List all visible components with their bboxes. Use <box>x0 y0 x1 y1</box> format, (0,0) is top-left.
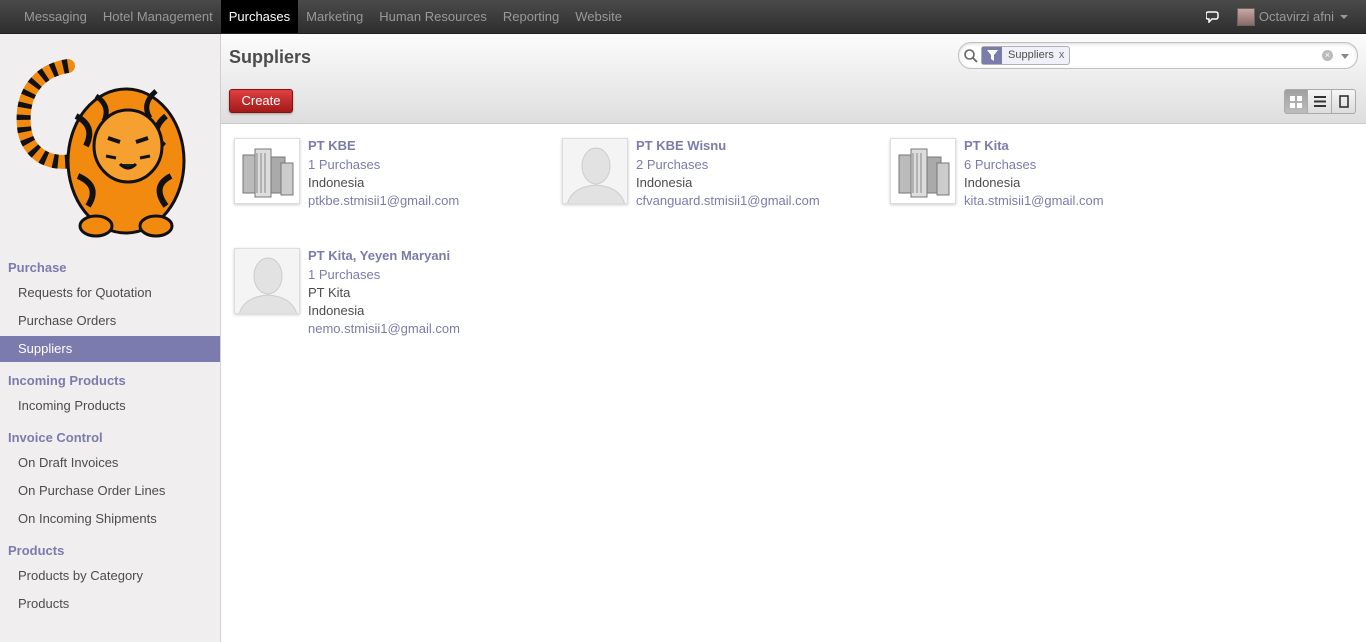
supplier-name[interactable]: PT Kita, Yeyen Maryani <box>308 248 460 264</box>
supplier-email[interactable]: nemo.stmisii1@gmail.com <box>308 320 460 338</box>
filter-icon <box>982 47 1002 64</box>
chat-icon[interactable] <box>1203 7 1223 27</box>
supplier-card[interactable]: PT Kita 6 Purchases Indonesia kita.stmis… <box>890 138 1210 238</box>
sidebar-item-incoming-products[interactable]: Incoming Products <box>0 393 220 419</box>
search-icon <box>963 48 979 64</box>
sidebar-item-purchase-orders[interactable]: Purchase Orders <box>0 308 220 334</box>
supplier-company: PT Kita <box>308 285 351 300</box>
supplier-email[interactable]: ptkbe.stmisii1@gmail.com <box>308 192 459 210</box>
purchases-count[interactable]: 1 Purchases <box>308 266 460 284</box>
sidebar-item-products[interactable]: Products <box>0 591 220 617</box>
menu-website[interactable]: Website <box>567 0 630 33</box>
facet-value: Suppliers <box>1008 49 1054 61</box>
section-products: Products <box>8 543 65 558</box>
company-image <box>234 138 300 204</box>
person-image <box>234 248 300 314</box>
sidebar-item-on-draft-invoices[interactable]: On Draft Invoices <box>0 450 220 476</box>
company-logo <box>16 46 192 246</box>
section-invoice-control: Invoice Control <box>8 430 103 445</box>
supplier-name[interactable]: PT KBE Wisnu <box>636 138 820 154</box>
person-image <box>562 138 628 204</box>
supplier-country: Indonesia <box>308 303 365 318</box>
sidebar-item-products-by-category[interactable]: Products by Category <box>0 563 220 589</box>
create-button[interactable]: Create <box>229 89 293 113</box>
supplier-country: Indonesia <box>636 175 693 190</box>
supplier-name[interactable]: PT Kita <box>964 138 1104 154</box>
sidebar: Purchase Requests for Quotation Purchase… <box>0 34 221 642</box>
supplier-country: Indonesia <box>964 175 1021 190</box>
avatar <box>1236 7 1255 26</box>
menu-messaging[interactable]: Messaging <box>16 0 95 33</box>
search-options-chevron-icon[interactable] <box>1341 54 1349 59</box>
form-view-button[interactable] <box>1332 89 1356 114</box>
supplier-name[interactable]: PT KBE <box>308 138 459 154</box>
sidebar-item-on-purchase-order-lines[interactable]: On Purchase Order Lines <box>0 478 220 504</box>
kanban-view-button[interactable] <box>1284 89 1308 114</box>
menu-hotel-management[interactable]: Hotel Management <box>95 0 221 33</box>
supplier-email[interactable]: cfvanguard.stmisii1@gmail.com <box>636 192 820 210</box>
list-view-button[interactable] <box>1308 89 1332 114</box>
search-input[interactable]: Suppliers x × <box>958 42 1358 69</box>
section-purchase: Purchase <box>8 260 67 275</box>
clear-icon[interactable]: × <box>1322 50 1333 61</box>
top-navbar: Messaging Hotel Management Purchases Mar… <box>0 0 1366 34</box>
view-switcher <box>1284 89 1356 114</box>
search-facet[interactable]: Suppliers x <box>981 46 1071 65</box>
sidebar-item-on-incoming-shipments[interactable]: On Incoming Shipments <box>0 506 220 532</box>
sidebar-item-suppliers[interactable]: Suppliers <box>0 336 220 362</box>
supplier-card[interactable]: PT KBE Wisnu 2 Purchases Indonesia cfvan… <box>562 138 882 238</box>
form-icon <box>1338 95 1349 108</box>
menu-reporting[interactable]: Reporting <box>495 0 567 33</box>
purchases-count[interactable]: 2 Purchases <box>636 156 820 174</box>
purchases-count[interactable]: 1 Purchases <box>308 156 459 174</box>
supplier-card[interactable]: PT KBE 1 Purchases Indonesia ptkbe.stmis… <box>234 138 554 238</box>
menu-marketing[interactable]: Marketing <box>298 0 371 33</box>
list-icon <box>1313 96 1326 107</box>
user-name: Octavirzi afni <box>1258 9 1334 24</box>
company-image <box>890 138 956 204</box>
grid-icon <box>1290 95 1302 108</box>
sidebar-item-requests-for-quotation[interactable]: Requests for Quotation <box>0 280 220 306</box>
purchases-count[interactable]: 6 Purchases <box>964 156 1104 174</box>
top-menu: Messaging Hotel Management Purchases Mar… <box>16 0 630 33</box>
supplier-email[interactable]: kita.stmisii1@gmail.com <box>964 192 1104 210</box>
chevron-down-icon <box>1340 14 1348 19</box>
supplier-card[interactable]: PT Kita, Yeyen Maryani 1 Purchases PT Ki… <box>234 248 554 348</box>
supplier-country: Indonesia <box>308 175 365 190</box>
menu-purchases[interactable]: Purchases <box>220 0 299 33</box>
section-incoming-products: Incoming Products <box>8 373 126 388</box>
control-panel: Suppliers Create Suppliers x × <box>221 34 1366 124</box>
page-title: Suppliers <box>229 47 312 67</box>
user-menu[interactable]: Octavirzi afni <box>1236 7 1348 26</box>
menu-human-resources[interactable]: Human Resources <box>371 0 495 33</box>
facet-remove-button[interactable]: x <box>1059 47 1070 64</box>
